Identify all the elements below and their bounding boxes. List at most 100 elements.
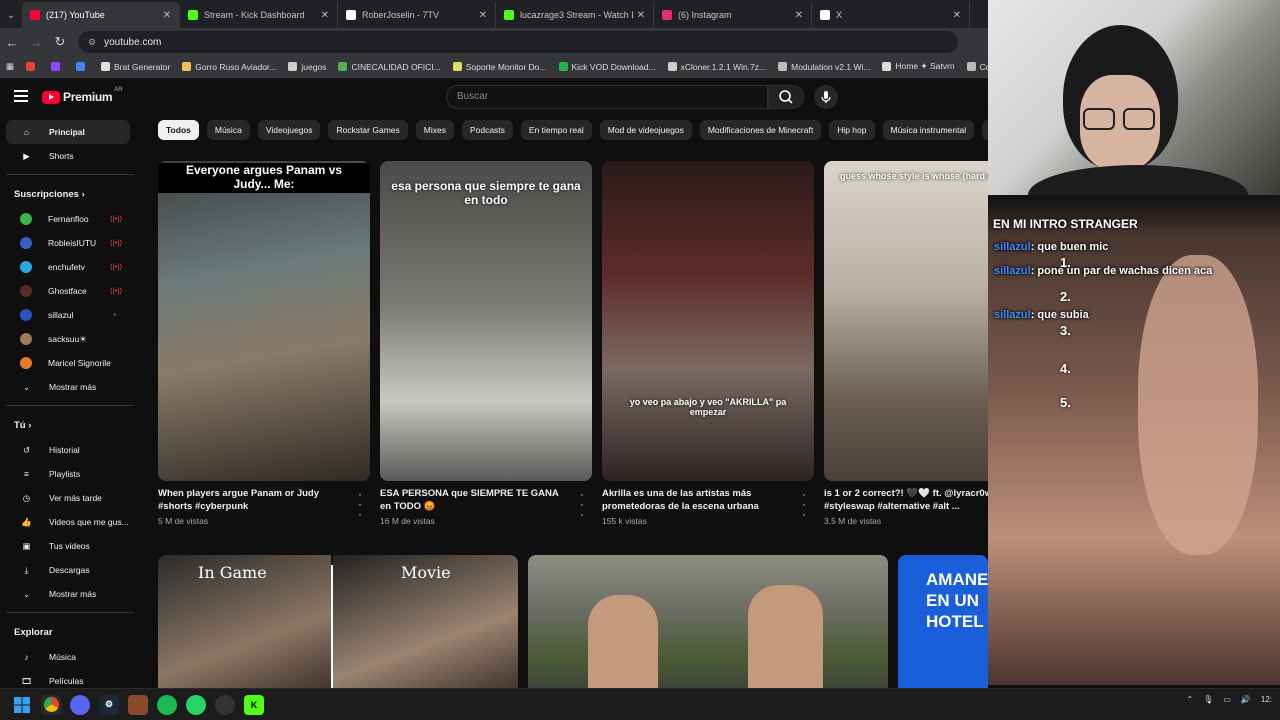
browser-tab[interactable]: RoberJoselin - 7TV ✕ — [338, 2, 496, 28]
bookmark-item[interactable]: Home ✦ Satvrn — [882, 61, 955, 72]
bookmark-item[interactable]: CINECALIDAD OFICI... — [338, 62, 441, 72]
forward-button[interactable]: → — [24, 35, 48, 50]
show-more-button[interactable]: ⌄ Mostrar más — [6, 582, 130, 606]
video-thumbnail[interactable]: esa persona que siempre te gana en todo — [380, 161, 592, 481]
bookmark-item[interactable]: Soporte Monitor Do... — [452, 62, 547, 72]
subscription-item[interactable]: RobleisIUTU ((•)) — [6, 231, 130, 255]
kick-icon[interactable]: K — [244, 694, 264, 715]
more-options-icon[interactable]: ··· — [356, 488, 364, 520]
close-tab-icon[interactable]: ✕ — [953, 10, 961, 21]
more-options-icon[interactable]: ··· — [800, 488, 808, 520]
bookmark-item[interactable]: Control Room — [966, 62, 990, 72]
filter-chip[interactable]: En tiempo real — [520, 120, 592, 140]
back-button[interactable]: ← — [0, 35, 24, 50]
bookmark-item[interactable]: Brat Generator — [101, 62, 170, 72]
sidebar-item[interactable]: ▶ Shorts — [6, 144, 130, 168]
volume-icon[interactable]: 🔊 — [1241, 695, 1251, 704]
video-thumbnail[interactable]: yo veo pa abajo y veo "AKRILLA" pa empez… — [602, 161, 814, 481]
video-thumb-row2-1[interactable]: In Game Movie — [158, 555, 518, 695]
reload-button[interactable]: ↻ — [48, 34, 72, 50]
video-title[interactable]: When players argue Panam or Judy #shorts… — [158, 487, 343, 513]
chrome-icon[interactable] — [41, 694, 61, 715]
sidebar-item[interactable]: ↺ Historial — [6, 438, 130, 462]
subscription-item[interactable]: enchufetv ((•)) — [6, 255, 130, 279]
tray-chevron-icon[interactable]: ⌃ — [1186, 695, 1193, 704]
search-input[interactable]: Buscar — [446, 85, 768, 109]
sidebar-item[interactable]: ▣ Tus videos — [6, 534, 130, 558]
close-tab-icon[interactable]: ✕ — [795, 10, 803, 21]
video-title[interactable]: Akrilla es una de las artistas más prome… — [602, 487, 787, 513]
voice-search-button[interactable] — [814, 85, 838, 109]
bookmark-item[interactable]: Modulation v2.1 Wi... — [778, 62, 870, 72]
filter-chip[interactable]: Música instrumental — [882, 120, 975, 140]
subscription-item[interactable]: Fernanfloo ((•)) — [6, 207, 130, 231]
filter-chip[interactable]: Videojuegos — [257, 120, 321, 140]
bookmark-item[interactable]: juegos — [288, 62, 326, 72]
bookmark-favicon-icon — [966, 62, 976, 71]
tab-search-button[interactable]: ⌄ — [0, 2, 22, 28]
subscription-item[interactable]: sacksuu☀ — [6, 327, 130, 351]
browser-tab[interactable]: Stream - Kick Dashboard ✕ — [180, 2, 338, 28]
close-tab-icon[interactable]: ✕ — [321, 10, 329, 21]
tab-favicon-icon — [820, 10, 830, 20]
video-thumb-row2-2[interactable] — [528, 555, 888, 695]
apps-icon[interactable]: ▦ — [6, 61, 14, 72]
filter-chip[interactable]: Mod de videojuegos — [599, 120, 692, 140]
video-thumb-row2-3[interactable]: AMANECI EN UN HOTEL — [898, 555, 988, 695]
obs-icon[interactable] — [215, 694, 235, 715]
video-title[interactable]: ESA PERSONA que SIEMPRE TE GANA en TODO … — [380, 487, 565, 513]
mic-tray-icon[interactable]: 🎙 — [1203, 695, 1213, 704]
discord-icon[interactable] — [70, 694, 90, 715]
sidebar-item[interactable]: ⤓ Descargas — [6, 558, 130, 582]
sidebar-item[interactable]: ⌂ Principal — [6, 120, 130, 144]
video-card[interactable]: Everyone argues Panam vs Judy... Me: When… — [158, 161, 370, 526]
browser-tab[interactable]: lucazrage3 Stream - Watch Live ✕ — [496, 2, 654, 28]
close-tab-icon[interactable]: ✕ — [479, 10, 487, 21]
you-header[interactable]: Tú › — [0, 412, 140, 438]
clock-text[interactable]: 12: — [1261, 695, 1272, 704]
sidebar-item[interactable]: ◷ Ver más tarde — [6, 486, 130, 510]
close-tab-icon[interactable]: ✕ — [637, 10, 645, 21]
subscription-item[interactable]: Maricel Signorile — [6, 351, 130, 375]
site-info-icon[interactable]: ⚙ — [88, 37, 96, 48]
gmail-icon[interactable] — [26, 62, 39, 71]
filter-chip[interactable]: Todos — [158, 120, 199, 140]
browser-tab[interactable]: (217) YouTube ✕ — [22, 2, 180, 28]
subscriptions-header[interactable]: Suscripciones › — [0, 181, 140, 207]
bookmark-item[interactable]: Gorro Ruso Aviador... — [182, 62, 276, 72]
browser-tab[interactable]: X ✕ — [812, 2, 970, 28]
show-more-button[interactable]: ⌄ Mostrar más — [6, 375, 130, 399]
url-field[interactable]: ⚙ youtube.com — [78, 31, 958, 53]
video-card[interactable]: esa persona que siempre te gana en todo E… — [380, 161, 592, 526]
filter-chip[interactable]: Podcasts — [461, 120, 513, 140]
more-options-icon[interactable]: ··· — [578, 488, 586, 520]
windows-start-icon[interactable] — [12, 695, 32, 715]
steam-icon[interactable]: ⚙ — [99, 694, 119, 715]
search-button[interactable] — [768, 85, 804, 109]
subscription-item[interactable]: sillazul • — [6, 303, 130, 327]
filter-chip[interactable]: Mixes — [415, 120, 454, 140]
app-icon[interactable] — [128, 694, 148, 715]
filter-chip[interactable]: Rockstar Games — [328, 120, 408, 140]
close-tab-icon[interactable]: ✕ — [163, 10, 171, 21]
filter-chip[interactable]: Hip hop — [829, 120, 875, 140]
video-thumbnail[interactable]: Everyone argues Panam vs Judy... Me: — [158, 161, 370, 481]
whatsapp-icon[interactable] — [186, 694, 206, 715]
subscription-item[interactable]: Ghostface ((•)) — [6, 279, 130, 303]
video-title[interactable]: is 1 or 2 correct?! 🖤🤍 ft. @lyracr0w0 #s… — [824, 487, 1009, 513]
menu-icon[interactable] — [14, 90, 28, 102]
spotify-icon[interactable] — [157, 694, 177, 715]
bookmark-icon[interactable] — [76, 62, 89, 71]
twitch-icon[interactable] — [51, 62, 64, 71]
bookmark-item[interactable]: Kick VOD Download... — [558, 62, 656, 72]
video-card[interactable]: yo veo pa abajo y veo "AKRILLA" pa empez… — [602, 161, 814, 526]
sidebar-item[interactable]: 👍 Videos que me gus... — [6, 510, 130, 534]
network-icon[interactable]: ▭ — [1223, 695, 1231, 704]
filter-chip[interactable]: Modificaciones de Minecraft — [699, 120, 822, 140]
bookmark-item[interactable]: xCloner.1.2.1 Win.7z... — [667, 62, 766, 72]
filter-chip[interactable]: Música — [206, 120, 250, 140]
sidebar-item[interactable]: ≡ Playlists — [6, 462, 130, 486]
youtube-logo[interactable]: Premium AR — [42, 87, 123, 104]
browser-tab[interactable]: (6) Instagram ✕ — [654, 2, 812, 28]
sidebar-item[interactable]: ♪ Música — [6, 645, 130, 669]
